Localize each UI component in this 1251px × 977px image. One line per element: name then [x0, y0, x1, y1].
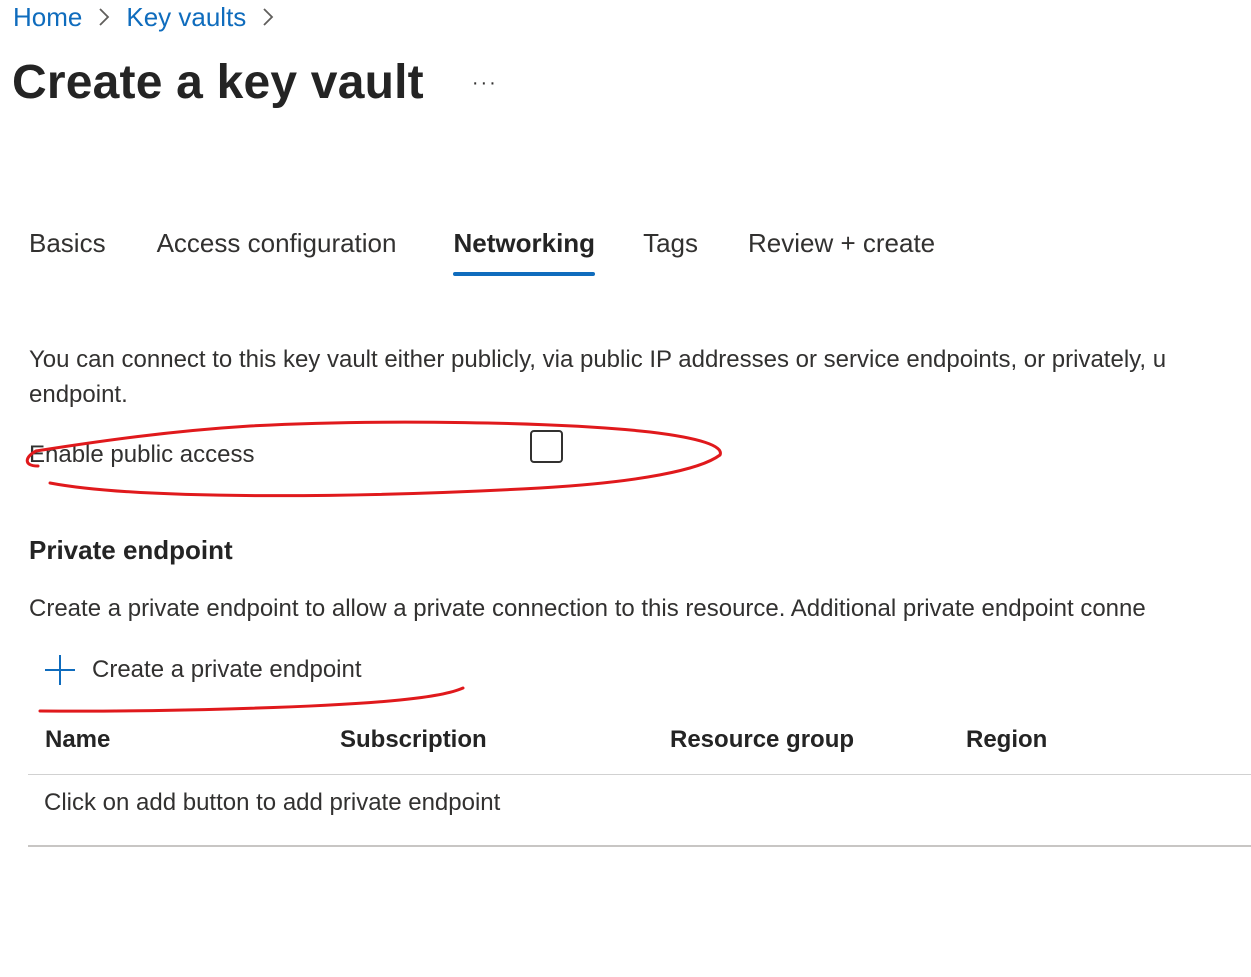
- column-header-region[interactable]: Region: [966, 725, 1047, 755]
- tab-tags[interactable]: Tags: [643, 222, 698, 266]
- tab-review-create[interactable]: Review + create: [748, 222, 935, 266]
- networking-intro: You can connect to this key vault either…: [29, 342, 1251, 412]
- column-header-resource-group[interactable]: Resource group: [670, 725, 854, 755]
- public-access-label: Enable public access: [29, 441, 255, 468]
- column-header-name[interactable]: Name: [45, 725, 110, 755]
- annotation-underline: [38, 686, 465, 713]
- page-title: Create a key vault: [12, 56, 424, 109]
- create-private-endpoint-label: Create a private endpoint: [92, 656, 362, 683]
- private-endpoint-description: Create a private endpoint to allow a pri…: [29, 595, 1146, 622]
- breadcrumb-home[interactable]: Home: [13, 2, 82, 33]
- private-endpoint-heading: Private endpoint: [29, 535, 233, 565]
- breadcrumb-key-vaults[interactable]: Key vaults: [126, 2, 246, 33]
- column-header-subscription[interactable]: Subscription: [340, 725, 487, 755]
- create-private-endpoint-button[interactable]: Create a private endpoint: [44, 650, 362, 690]
- tab-basics[interactable]: Basics: [29, 222, 106, 266]
- intro-line-1: You can connect to this key vault either…: [29, 346, 1167, 373]
- tab-networking[interactable]: Networking: [453, 222, 595, 276]
- empty-table-message: Click on add button to add private endpo…: [44, 789, 501, 816]
- table-header: Name Subscription Resource group Region: [28, 716, 1251, 775]
- title-row: Create a key vault ···: [12, 55, 498, 110]
- tab-access-configuration[interactable]: Access configuration: [157, 222, 397, 266]
- public-access-checkbox[interactable]: [530, 430, 563, 463]
- breadcrumb: Home Key vaults: [13, 0, 290, 34]
- private-endpoint-table: Name Subscription Resource group Region …: [28, 716, 1251, 847]
- chevron-right-icon: [82, 2, 126, 32]
- intro-line-2: endpoint.: [29, 381, 128, 408]
- chevron-right-icon: [246, 2, 290, 32]
- tab-list: Basics Access configuration Networking T…: [29, 222, 935, 278]
- create-key-vault-page: Home Key vaults Create a key vault ··· B…: [0, 0, 1251, 977]
- more-options-button[interactable]: ···: [472, 72, 498, 95]
- plus-icon: [44, 654, 76, 686]
- table-row: Click on add button to add private endpo…: [28, 775, 1251, 847]
